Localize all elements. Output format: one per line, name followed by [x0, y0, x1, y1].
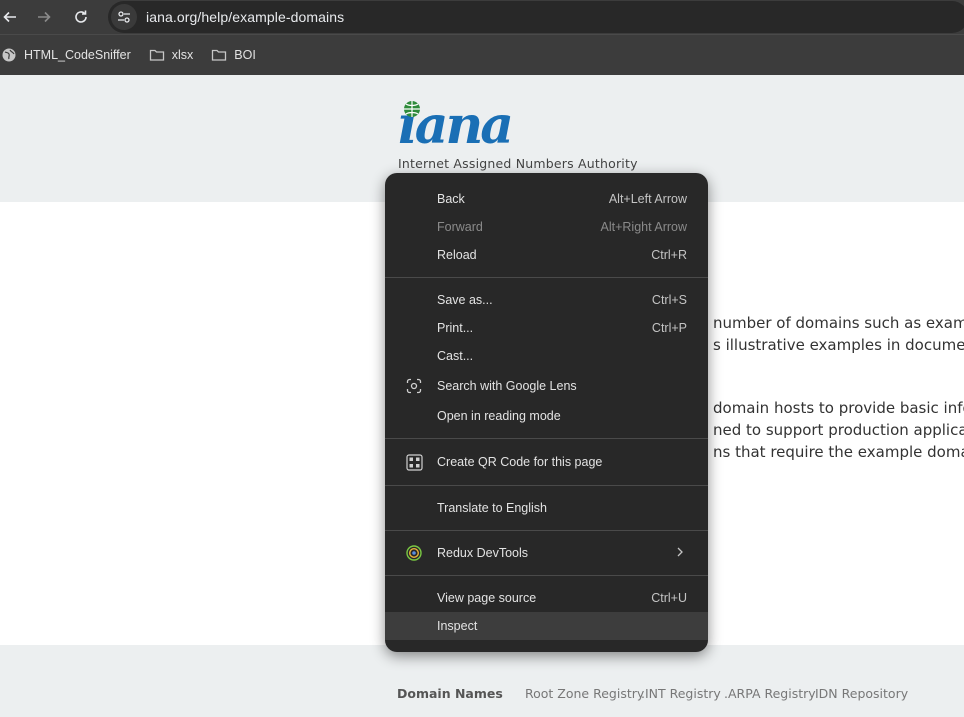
menu-item-reload[interactable]: Reload Ctrl+R	[385, 241, 708, 269]
bookmark-folder-boi[interactable]: BOI	[211, 47, 256, 63]
site-info-button[interactable]	[111, 4, 137, 30]
bookmark-label: HTML_CodeSniffer	[24, 48, 131, 62]
qr-code-icon	[405, 453, 423, 471]
paragraph-line: s illustrative examples in documen	[713, 336, 964, 354]
menu-item-print[interactable]: Print... Ctrl+P	[385, 314, 708, 342]
footer-link[interactable]: .INT Registry	[641, 686, 721, 701]
menu-item-save-as[interactable]: Save as... Ctrl+S	[385, 286, 708, 314]
menu-item-reading-mode[interactable]: Open in reading mode	[385, 402, 708, 430]
footer-link[interactable]: IDN Repository	[815, 686, 908, 701]
menu-item-label: Forward	[437, 220, 483, 234]
menu-item-forward[interactable]: Forward Alt+Right Arrow	[385, 213, 708, 241]
menu-item-cast[interactable]: Cast...	[385, 342, 708, 370]
menu-item-label: Redux DevTools	[437, 546, 529, 560]
redux-devtools-icon	[405, 544, 423, 562]
menu-item-view-source[interactable]: View page source Ctrl+U	[385, 584, 708, 612]
menu-item-shortcut: Ctrl+S	[651, 293, 687, 307]
forward-button[interactable]	[20, 0, 68, 34]
menu-separator	[385, 485, 708, 486]
menu-item-label: Cast...	[437, 349, 474, 363]
logo-subtitle: Internet Assigned Numbers Authority	[398, 156, 638, 171]
paragraph-line: ns that require the example doma	[713, 443, 964, 461]
menu-item-redux-devtools[interactable]: Redux DevTools	[385, 539, 708, 567]
reload-icon	[75, 10, 87, 23]
menu-item-shortcut: Ctrl+U	[651, 591, 687, 605]
menu-item-label: View page source	[437, 591, 537, 605]
menu-item-google-lens[interactable]: Search with Google Lens	[385, 372, 708, 400]
menu-separator	[385, 575, 708, 576]
bookmark-label: BOI	[234, 48, 256, 62]
menu-separator	[385, 530, 708, 531]
page-footer	[0, 645, 964, 717]
footer-link[interactable]: .ARPA Registry	[724, 686, 816, 701]
menu-item-shortcut: Ctrl+R	[651, 248, 687, 262]
menu-item-back[interactable]: Back Alt+Left Arrow	[385, 185, 708, 213]
menu-item-inspect[interactable]: Inspect	[385, 612, 708, 640]
menu-item-qr-code[interactable]: Create QR Code for this page	[385, 448, 708, 476]
menu-item-label: Back	[437, 192, 465, 206]
menu-item-label: Search with Google Lens	[437, 379, 577, 393]
menu-item-label: Save as...	[437, 293, 493, 307]
menu-separator	[385, 277, 708, 278]
reload-button[interactable]	[68, 0, 94, 34]
url-text: iana.org/help/example-domains	[146, 9, 345, 25]
bookmark-html-codesniffer[interactable]: HTML_CodeSniffer	[1, 47, 131, 63]
menu-item-label: Reload	[437, 248, 477, 262]
context-menu: Back Alt+Left Arrow Forward Alt+Right Ar…	[385, 173, 708, 652]
arrow-right-icon	[38, 11, 51, 23]
paragraph-line: number of domains such as exam	[713, 314, 964, 332]
menu-item-label: Create QR Code for this page	[437, 455, 603, 469]
menu-item-shortcut: Ctrl+P	[651, 321, 687, 335]
footer-heading[interactable]: Domain Names	[397, 686, 503, 701]
menu-separator	[385, 438, 708, 439]
back-button[interactable]	[0, 0, 20, 34]
bookmark-folder-xlsx[interactable]: xlsx	[149, 47, 194, 63]
chevron-right-icon	[676, 546, 684, 560]
folder-icon	[211, 47, 227, 63]
menu-item-shortcut: Alt+Right Arrow	[600, 220, 688, 234]
bookmark-label: xlsx	[171, 48, 194, 62]
menu-item-label: Open in reading mode	[437, 409, 561, 423]
logo-globe-icon	[404, 101, 420, 117]
arrow-left-icon	[3, 11, 16, 23]
menu-item-shortcut: Alt+Left Arrow	[608, 192, 687, 206]
menu-item-translate[interactable]: Translate to English	[385, 494, 708, 522]
menu-item-label: Print...	[437, 321, 474, 335]
google-lens-icon	[405, 377, 423, 395]
globe-icon	[1, 47, 17, 63]
paragraph-line: ned to support production applicat	[713, 421, 964, 439]
tune-icon	[118, 11, 130, 23]
address-bar[interactable]: iana.org/help/example-domains	[108, 1, 964, 33]
menu-item-label: Translate to English	[437, 501, 548, 515]
folder-icon	[149, 47, 165, 63]
bookmarks-bar: HTML_CodeSniffer xlsx BOI	[0, 34, 964, 75]
browser-toolbar: iana.org/help/example-domains	[0, 0, 964, 34]
footer-link[interactable]: Root Zone Registry	[525, 686, 644, 701]
paragraph-line: domain hosts to provide basic info	[713, 399, 964, 417]
menu-item-label: Inspect	[437, 619, 478, 633]
